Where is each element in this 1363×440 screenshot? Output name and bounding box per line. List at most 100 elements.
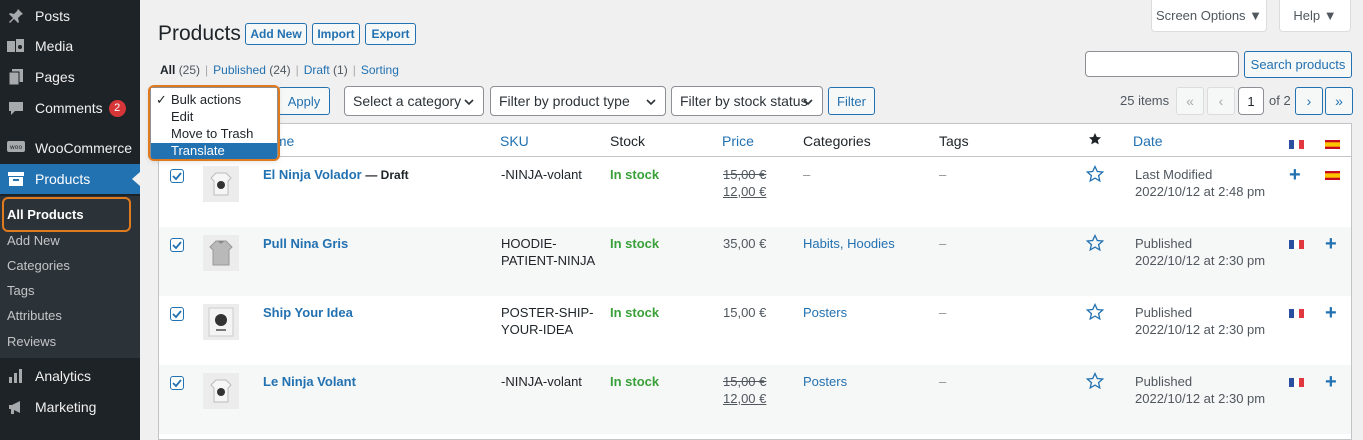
product-categories[interactable]: Posters <box>803 373 847 390</box>
product-tags: – <box>939 167 947 182</box>
featured-toggle-star-icon[interactable] <box>1085 302 1105 325</box>
sidebar-item-comments[interactable]: Comments 2 <box>0 93 140 123</box>
product-sku: -NINJA-volant <box>501 374 582 389</box>
search-input[interactable] <box>1085 51 1239 77</box>
add-new-button[interactable]: Add New <box>245 23 307 45</box>
submenu-categories[interactable]: Categories <box>7 258 70 273</box>
stock-status-select-value: Filter by stock status <box>680 93 808 109</box>
product-thumbnail[interactable] <box>203 304 239 340</box>
filter-button[interactable]: Filter <box>828 87 875 115</box>
product-categories[interactable]: Posters <box>803 304 847 321</box>
first-page-button[interactable]: « <box>1176 87 1204 115</box>
featured-toggle-star-icon[interactable] <box>1085 371 1105 394</box>
product-thumbnail[interactable] <box>203 373 239 409</box>
last-page-button[interactable]: » <box>1325 87 1353 115</box>
sidebar-item-products[interactable]: Products <box>0 164 140 194</box>
column-categories: Categories <box>803 133 871 149</box>
product-name-link[interactable]: Ship Your Idea <box>263 305 353 320</box>
product-sku: HOODIE-PATIENT-NINJA <box>501 236 596 268</box>
product-thumbnail[interactable] <box>203 235 239 271</box>
sidebar-item-woocommerce[interactable]: woo WooCommerce <box>0 133 140 163</box>
product-price: 15,00 €12,00 € <box>723 374 767 406</box>
featured-toggle-star-icon[interactable] <box>1085 164 1105 187</box>
row-checkbox[interactable] <box>170 307 184 321</box>
french-flag-icon[interactable] <box>1289 375 1304 387</box>
product-categories[interactable]: Habits, Hoodies <box>803 235 895 252</box>
category-select-value: Select a category <box>353 93 462 109</box>
product-date: Last Modified 2022/10/12 at 2:48 pm <box>1135 167 1266 199</box>
view-sorting[interactable]: Sorting <box>361 63 399 77</box>
featured-toggle-star-icon[interactable] <box>1085 233 1105 256</box>
product-tags: – <box>939 374 947 389</box>
submenu-attributes[interactable]: Attributes <box>7 308 62 323</box>
add-spanish-translation-icon[interactable]: + <box>1325 372 1337 392</box>
product-price: 35,00 € <box>723 236 767 251</box>
sidebar-item-pages[interactable]: Pages <box>0 62 140 92</box>
comment-count-badge: 2 <box>108 99 126 117</box>
sidebar-item-media[interactable]: Media <box>0 31 140 61</box>
table-row: Ship Your Idea POSTER-SHIP-YOUR-IDEA In … <box>159 296 1351 365</box>
apply-button[interactable]: Apply <box>278 87 330 115</box>
add-spanish-translation-icon[interactable]: + <box>1325 234 1337 254</box>
stock-status-select[interactable]: Filter by stock status <box>671 86 823 116</box>
stock-status: In stock <box>610 305 660 320</box>
next-page-button[interactable]: › <box>1295 87 1323 115</box>
submenu-add-new[interactable]: Add New <box>7 233 60 248</box>
french-flag-icon[interactable] <box>1289 306 1304 318</box>
search-products-button[interactable]: Search products <box>1244 51 1352 78</box>
row-checkbox[interactable] <box>170 169 184 183</box>
prev-page-button[interactable]: ‹ <box>1207 87 1235 115</box>
sidebar-item-posts[interactable]: Posts <box>0 1 140 31</box>
product-tags: – <box>939 236 947 251</box>
product-type-select-value: Filter by product type <box>499 93 630 109</box>
import-button[interactable]: Import <box>312 23 360 45</box>
table-header: Name SKU Stock Price Categories Tags Dat… <box>159 124 1351 157</box>
product-name-link[interactable]: Le Ninja Volant <box>263 374 356 389</box>
row-checkbox[interactable] <box>170 376 184 390</box>
sidebar-item-label: Pages <box>35 69 75 85</box>
sidebar-item-label: Comments <box>35 100 103 116</box>
view-published[interactable]: Published (24) <box>213 63 290 77</box>
view-draft[interactable]: Draft (1) <box>304 63 348 77</box>
product-sku: POSTER-SHIP-YOUR-IDEA <box>501 305 594 337</box>
product-type-select[interactable]: Filter by product type <box>490 86 666 116</box>
column-date[interactable]: Date <box>1133 133 1163 149</box>
add-spanish-translation-icon[interactable]: + <box>1325 303 1337 323</box>
column-sku[interactable]: SKU <box>500 133 529 149</box>
row-checkbox[interactable] <box>170 238 184 252</box>
chevron-down-icon <box>464 99 474 106</box>
product-date: Published 2022/10/12 at 2:30 pm <box>1135 374 1266 406</box>
product-date: Published 2022/10/12 at 2:30 pm <box>1135 236 1266 268</box>
category-select[interactable]: Select a category <box>344 86 484 116</box>
current-page-input[interactable]: 1 <box>1238 87 1264 115</box>
svg-text:woo: woo <box>10 144 23 151</box>
french-flag-icon <box>1289 137 1304 149</box>
spanish-flag-icon[interactable] <box>1325 168 1340 180</box>
megaphone-icon <box>6 397 26 417</box>
product-thumbnail[interactable] <box>203 166 239 202</box>
add-french-translation-icon[interactable]: + <box>1289 165 1301 185</box>
stock-status: In stock <box>610 236 660 251</box>
product-name-link[interactable]: Pull Nina Gris <box>263 236 348 251</box>
comment-icon <box>6 98 26 118</box>
featured-star-icon[interactable] <box>1088 132 1102 149</box>
status-filter-links: All (25) | Published (24) | Draft (1) | Sortin… <box>160 63 399 77</box>
view-all[interactable]: All (25) <box>160 63 200 77</box>
french-flag-icon[interactable] <box>1289 237 1304 249</box>
table-row: El Ninja Volador — Draft -NINJA-volant I… <box>159 158 1351 227</box>
column-tags: Tags <box>939 133 969 149</box>
total-pages: of 2 <box>1269 93 1291 108</box>
sidebar-item-marketing[interactable]: Marketing <box>0 392 140 422</box>
column-stock: Stock <box>610 133 646 149</box>
submenu-tags[interactable]: Tags <box>7 283 34 298</box>
table-row: Pull Nina Gris HOODIE-PATIENT-NINJA In s… <box>159 227 1351 296</box>
help-button[interactable]: Help ▼ <box>1279 0 1351 32</box>
screen-options-button[interactable]: Screen Options ▼ <box>1151 0 1267 32</box>
export-button[interactable]: Export <box>365 23 416 45</box>
sidebar-item-analytics[interactable]: Analytics <box>0 361 140 391</box>
submenu-reviews[interactable]: Reviews <box>7 334 56 349</box>
chevron-down-icon <box>646 99 656 106</box>
product-name-link[interactable]: El Ninja Volador <box>263 167 362 182</box>
column-price[interactable]: Price <box>722 133 754 149</box>
pages-icon <box>6 67 26 87</box>
